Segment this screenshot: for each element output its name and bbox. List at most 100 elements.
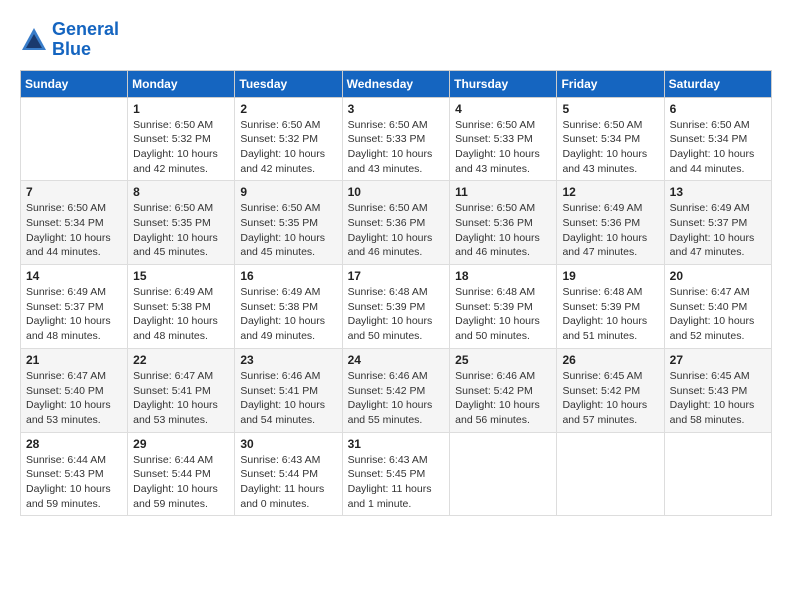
calendar-cell: 30Sunrise: 6:43 AMSunset: 5:44 PMDayligh… [235, 432, 342, 516]
calendar-cell: 26Sunrise: 6:45 AMSunset: 5:42 PMDayligh… [557, 348, 664, 432]
day-info: Sunrise: 6:43 AMSunset: 5:44 PMDaylight:… [240, 453, 336, 512]
calendar-cell: 23 Sunrise: 6:46 AMSunset: 5:41 PMDayligh… [235, 348, 342, 432]
calendar-cell: 16Sunrise: 6:49 AMSunset: 5:38 PMDayligh… [235, 265, 342, 349]
page-header: General Blue [20, 20, 772, 60]
calendar-cell: 10 Sunrise: 6:50 AMSunset: 5:36 PMDayligh… [342, 181, 450, 265]
day-info: Sunrise: 6:48 AMSunset: 5:39 PMDaylight:… [455, 285, 551, 344]
day-number: 24 [348, 353, 445, 367]
day-number: 20 [670, 269, 766, 283]
calendar-header-row: SundayMondayTuesdayWednesdayThursdayFrid… [21, 70, 772, 97]
day-number: 3 [348, 102, 445, 116]
calendar-cell [664, 432, 771, 516]
header-saturday: Saturday [664, 70, 771, 97]
day-number: 13 [670, 185, 766, 199]
day-number: 22 [133, 353, 229, 367]
calendar-week-row: 28 Sunrise: 6:44 AMSunset: 5:43 PMDayligh… [21, 432, 772, 516]
calendar-cell: 1 Sunrise: 6:50 AMSunset: 5:32 PMDaylight… [128, 97, 235, 181]
calendar-cell: 5 Sunrise: 6:50 AMSunset: 5:34 PMDaylight… [557, 97, 664, 181]
calendar-cell [557, 432, 664, 516]
header-thursday: Thursday [450, 70, 557, 97]
header-tuesday: Tuesday [235, 70, 342, 97]
day-number: 6 [670, 102, 766, 116]
calendar-cell: 20 Sunrise: 6:47 AMSunset: 5:40 PMDayligh… [664, 265, 771, 349]
calendar-cell: 4 Sunrise: 6:50 AMSunset: 5:33 PMDaylight… [450, 97, 557, 181]
day-number: 12 [562, 185, 658, 199]
logo: General Blue [20, 20, 119, 60]
calendar-cell: 29 Sunrise: 6:44 AMSunset: 5:44 PMDayligh… [128, 432, 235, 516]
calendar-week-row: 7 Sunrise: 6:50 AMSunset: 5:34 PMDaylight… [21, 181, 772, 265]
day-number: 21 [26, 353, 122, 367]
day-info: Sunrise: 6:50 AMSunset: 5:35 PMDaylight:… [133, 201, 229, 260]
calendar-cell: 15 Sunrise: 6:49 AMSunset: 5:38 PMDayligh… [128, 265, 235, 349]
calendar-cell [21, 97, 128, 181]
calendar-cell: 2Sunrise: 6:50 AMSunset: 5:32 PMDaylight… [235, 97, 342, 181]
logo-text: General Blue [52, 20, 119, 60]
header-friday: Friday [557, 70, 664, 97]
day-number: 14 [26, 269, 122, 283]
day-number: 28 [26, 437, 122, 451]
day-number: 26 [562, 353, 658, 367]
calendar-cell: 12 Sunrise: 6:49 AMSunset: 5:36 PMDayligh… [557, 181, 664, 265]
day-info: Sunrise: 6:47 AMSunset: 5:41 PMDaylight:… [133, 369, 229, 428]
day-info: Sunrise: 6:49 AMSunset: 5:36 PMDaylight:… [562, 201, 658, 260]
day-number: 29 [133, 437, 229, 451]
day-info: Sunrise: 6:50 AMSunset: 5:36 PMDaylight:… [348, 201, 445, 260]
day-info: Sunrise: 6:47 AMSunset: 5:40 PMDaylight:… [26, 369, 122, 428]
logo-icon [20, 26, 48, 54]
day-number: 1 [133, 102, 229, 116]
day-number: 11 [455, 185, 551, 199]
calendar-week-row: 14 Sunrise: 6:49 AMSunset: 5:37 PMDayligh… [21, 265, 772, 349]
calendar-cell: 27 Sunrise: 6:45 AMSunset: 5:43 PMDayligh… [664, 348, 771, 432]
day-number: 5 [562, 102, 658, 116]
day-number: 23 [240, 353, 336, 367]
calendar-cell: 22 Sunrise: 6:47 AMSunset: 5:41 PMDayligh… [128, 348, 235, 432]
calendar-cell: 7 Sunrise: 6:50 AMSunset: 5:34 PMDaylight… [21, 181, 128, 265]
day-info: Sunrise: 6:49 AMSunset: 5:37 PMDaylight:… [670, 201, 766, 260]
calendar-table: SundayMondayTuesdayWednesdayThursdayFrid… [20, 70, 772, 517]
header-wednesday: Wednesday [342, 70, 450, 97]
day-number: 31 [348, 437, 445, 451]
day-number: 4 [455, 102, 551, 116]
day-info: Sunrise: 6:50 AMSunset: 5:32 PMDaylight:… [133, 118, 229, 177]
day-info: Sunrise: 6:43 AMSunset: 5:45 PMDaylight:… [348, 453, 445, 512]
calendar-week-row: 1 Sunrise: 6:50 AMSunset: 5:32 PMDaylight… [21, 97, 772, 181]
day-info: Sunrise: 6:46 AMSunset: 5:41 PMDaylight:… [240, 369, 336, 428]
calendar-cell: 14 Sunrise: 6:49 AMSunset: 5:37 PMDayligh… [21, 265, 128, 349]
calendar-cell: 19Sunrise: 6:48 AMSunset: 5:39 PMDayligh… [557, 265, 664, 349]
calendar-cell: 8 Sunrise: 6:50 AMSunset: 5:35 PMDaylight… [128, 181, 235, 265]
day-info: Sunrise: 6:50 AMSunset: 5:34 PMDaylight:… [562, 118, 658, 177]
calendar-cell: 11 Sunrise: 6:50 AMSunset: 5:36 PMDayligh… [450, 181, 557, 265]
calendar-cell: 28 Sunrise: 6:44 AMSunset: 5:43 PMDayligh… [21, 432, 128, 516]
header-monday: Monday [128, 70, 235, 97]
day-info: Sunrise: 6:44 AMSunset: 5:44 PMDaylight:… [133, 453, 229, 512]
day-info: Sunrise: 6:44 AMSunset: 5:43 PMDaylight:… [26, 453, 122, 512]
day-info: Sunrise: 6:50 AMSunset: 5:33 PMDaylight:… [348, 118, 445, 177]
day-number: 7 [26, 185, 122, 199]
day-info: Sunrise: 6:48 AMSunset: 5:39 PMDaylight:… [348, 285, 445, 344]
calendar-cell [450, 432, 557, 516]
calendar-cell: 24 Sunrise: 6:46 AMSunset: 5:42 PMDayligh… [342, 348, 450, 432]
calendar-cell: 6 Sunrise: 6:50 AMSunset: 5:34 PMDaylight… [664, 97, 771, 181]
day-info: Sunrise: 6:46 AMSunset: 5:42 PMDaylight:… [348, 369, 445, 428]
day-info: Sunrise: 6:49 AMSunset: 5:38 PMDaylight:… [240, 285, 336, 344]
day-info: Sunrise: 6:49 AMSunset: 5:37 PMDaylight:… [26, 285, 122, 344]
day-number: 18 [455, 269, 551, 283]
day-info: Sunrise: 6:50 AMSunset: 5:34 PMDaylight:… [670, 118, 766, 177]
day-info: Sunrise: 6:47 AMSunset: 5:40 PMDaylight:… [670, 285, 766, 344]
day-info: Sunrise: 6:50 AMSunset: 5:34 PMDaylight:… [26, 201, 122, 260]
header-sunday: Sunday [21, 70, 128, 97]
day-number: 27 [670, 353, 766, 367]
day-info: Sunrise: 6:50 AMSunset: 5:35 PMDaylight:… [240, 201, 336, 260]
day-number: 10 [348, 185, 445, 199]
calendar-cell: 17Sunrise: 6:48 AMSunset: 5:39 PMDayligh… [342, 265, 450, 349]
day-number: 9 [240, 185, 336, 199]
calendar-cell: 3 Sunrise: 6:50 AMSunset: 5:33 PMDaylight… [342, 97, 450, 181]
calendar-cell: 31 Sunrise: 6:43 AMSunset: 5:45 PMDayligh… [342, 432, 450, 516]
day-info: Sunrise: 6:50 AMSunset: 5:33 PMDaylight:… [455, 118, 551, 177]
day-number: 8 [133, 185, 229, 199]
day-info: Sunrise: 6:46 AMSunset: 5:42 PMDaylight:… [455, 369, 551, 428]
day-info: Sunrise: 6:49 AMSunset: 5:38 PMDaylight:… [133, 285, 229, 344]
day-info: Sunrise: 6:50 AMSunset: 5:36 PMDaylight:… [455, 201, 551, 260]
day-info: Sunrise: 6:45 AMSunset: 5:43 PMDaylight:… [670, 369, 766, 428]
day-number: 15 [133, 269, 229, 283]
